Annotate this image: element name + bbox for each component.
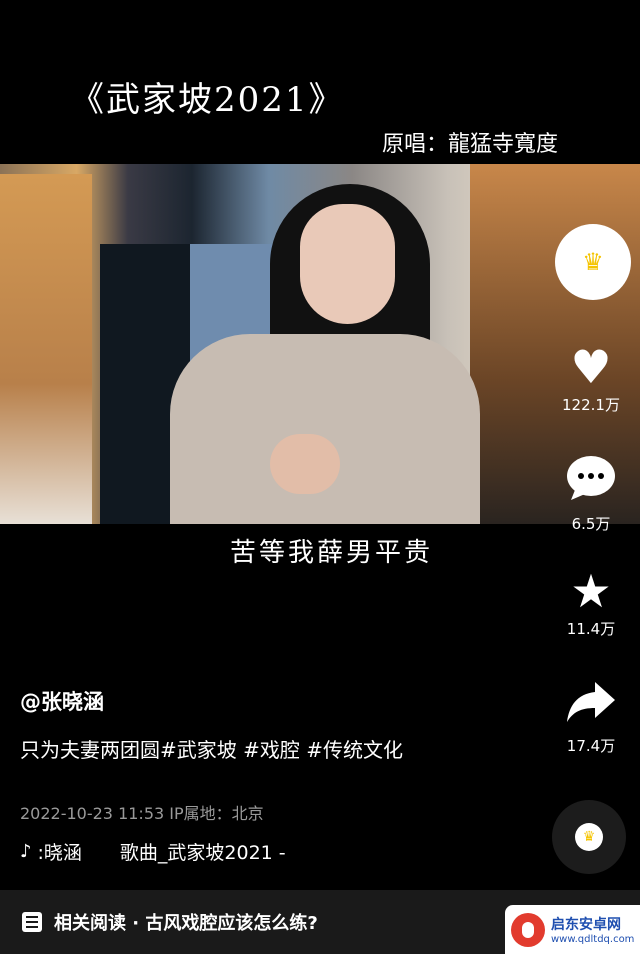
music-disc[interactable]: ♛ — [552, 800, 626, 874]
music-info[interactable]: ♪ :晓涵 歌曲_武家坡2021 - — [20, 838, 286, 865]
like-button[interactable]: ♥ 122.1万 — [553, 342, 629, 415]
action-rail: ♛ ♥ 122.1万 6.5万 ★ 11.4万 17.4万 — [553, 224, 633, 755]
video-scene-cabinet — [0, 174, 92, 524]
star-icon: ★ — [570, 564, 612, 618]
video-player[interactable] — [0, 164, 640, 524]
comment-button[interactable]: 6.5万 — [553, 454, 629, 534]
like-count: 122.1万 — [562, 396, 620, 414]
share-button[interactable]: 17.4万 — [553, 680, 629, 756]
post-description: 只为夫妻两团圆#武家坡 #戏腔 #传统文化 — [20, 738, 403, 762]
document-icon — [22, 912, 42, 932]
music-disc-crown-icon: ♛ — [575, 823, 603, 851]
favorite-count: 11.4万 — [566, 620, 616, 638]
watermark-url: www.qdltdq.com — [551, 934, 635, 945]
music-author: :晓涵 — [37, 842, 82, 864]
video-credit-overlay: 原唱：龍猛寺寬度 — [382, 132, 559, 157]
music-note-icon: ♪ — [20, 841, 32, 862]
video-title-overlay: 《武家坡2021》 — [70, 80, 345, 120]
watermark-name: 启东安卓网 — [551, 917, 621, 933]
comment-icon — [553, 454, 629, 511]
crown-icon: ♛ — [582, 248, 604, 276]
share-count: 17.4万 — [566, 737, 616, 755]
favorite-button[interactable]: ★ 11.4万 — [553, 566, 629, 639]
comment-count: 6.5万 — [571, 515, 611, 533]
author-avatar[interactable]: ♛ — [555, 224, 631, 300]
video-person-face — [300, 204, 395, 324]
video-person-body — [170, 334, 480, 524]
watermark-logo-icon — [511, 912, 545, 947]
related-reading-text: 相关阅读 · 古风戏腔应该怎么练? — [54, 913, 318, 934]
music-title: 歌曲_武家坡2021 - — [119, 842, 286, 864]
site-watermark: 启东安卓网 www.qdltdq.com — [505, 905, 640, 954]
share-arrow-icon — [553, 680, 629, 733]
video-person-hand — [270, 434, 340, 494]
video-subtitle: 苦等我薛男平贵 — [230, 538, 434, 568]
post-meta: 2022-10-23 11:53 IP属地：北京 — [20, 804, 264, 823]
heart-icon: ♥ — [570, 340, 612, 394]
post-author[interactable]: @张晓涵 — [20, 686, 104, 716]
